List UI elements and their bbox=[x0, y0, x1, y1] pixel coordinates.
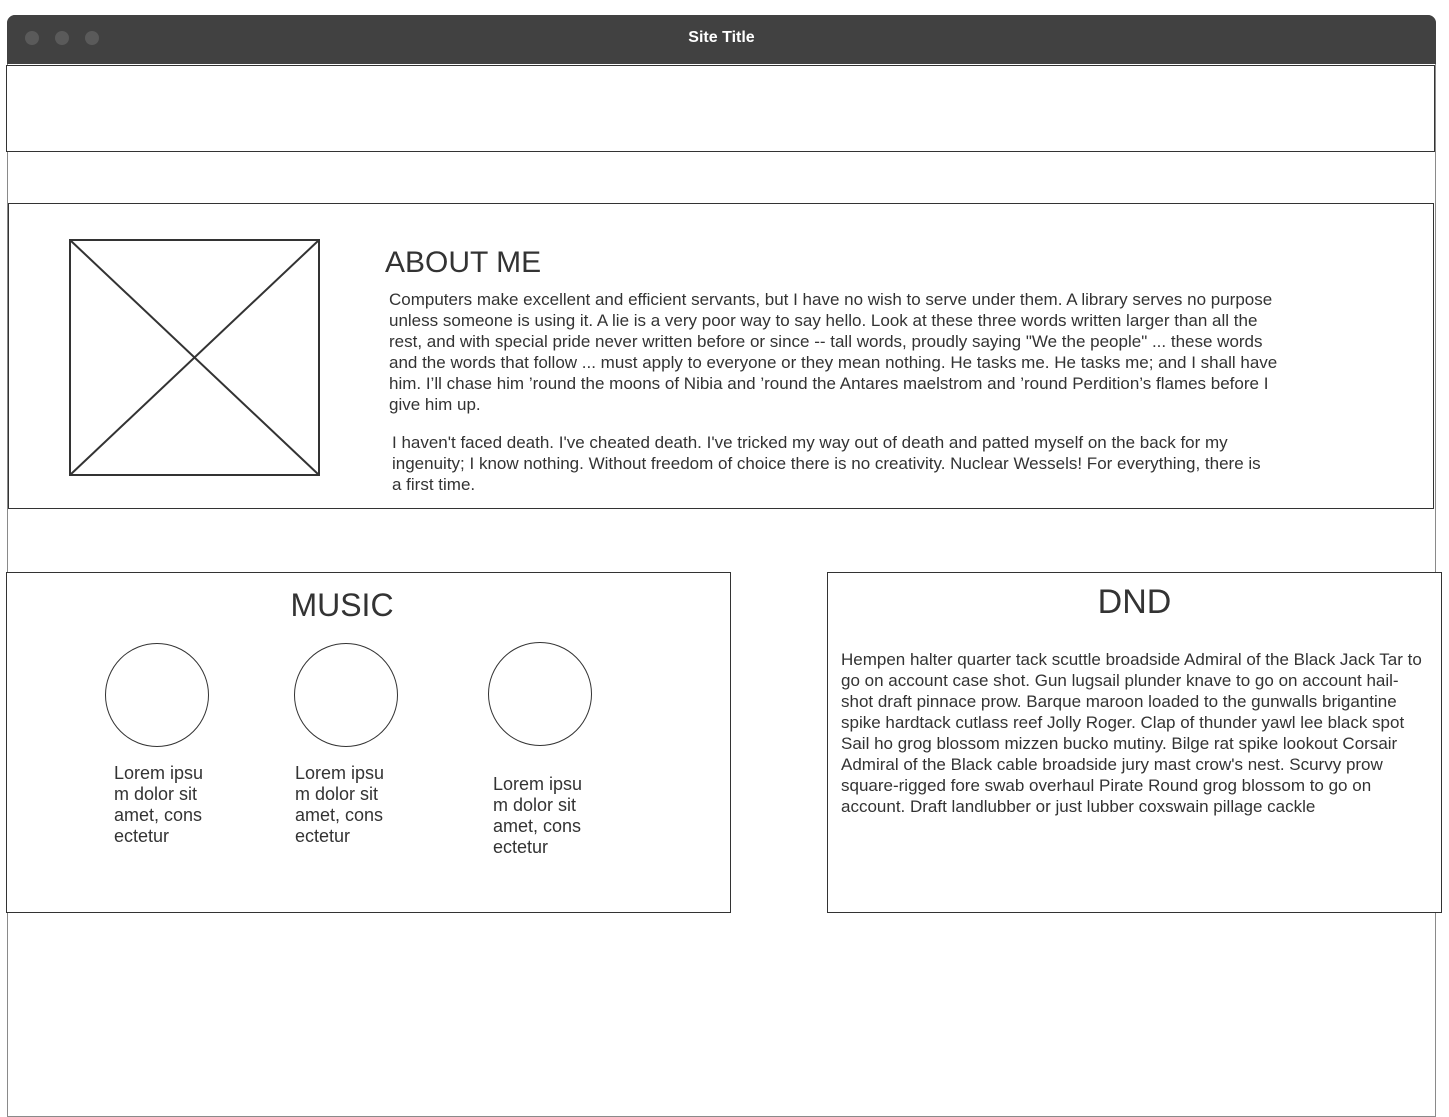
image-placeholder-icon bbox=[69, 239, 320, 476]
music-item-image[interactable] bbox=[488, 642, 592, 746]
dnd-section: DND Hempen halter quarter tack scuttle b… bbox=[827, 572, 1442, 913]
music-item-caption: Lorem ipsum dolor sit amet, consectetur bbox=[493, 774, 583, 857]
window-titlebar[interactable]: Site Title bbox=[7, 15, 1436, 64]
music-item-caption: Lorem ipsum dolor sit amet, consectetur bbox=[295, 763, 385, 846]
music-section: MUSIC Lorem ipsum dolor sit amet, consec… bbox=[6, 572, 731, 913]
header-section bbox=[6, 65, 1435, 152]
about-section: ABOUT ME Computers make excellent and ef… bbox=[8, 203, 1434, 509]
about-paragraph-1: Computers make excellent and efficient s… bbox=[389, 290, 1278, 414]
music-item-image[interactable] bbox=[105, 643, 209, 747]
about-heading: ABOUT ME bbox=[385, 246, 542, 279]
music-heading: MUSIC bbox=[290, 587, 394, 623]
dnd-heading: DND bbox=[1097, 583, 1172, 621]
about-paragraph-2: I haven't faced death. I've cheated deat… bbox=[392, 433, 1261, 494]
dnd-text: Hempen halter quarter tack scuttle broad… bbox=[841, 650, 1422, 816]
music-item-caption: Lorem ipsum dolor sit amet, consectetur bbox=[114, 763, 204, 846]
site-title: Site Title bbox=[688, 29, 755, 46]
browser-window: Site Title bbox=[7, 15, 1436, 1117]
music-item-image[interactable] bbox=[294, 643, 398, 747]
